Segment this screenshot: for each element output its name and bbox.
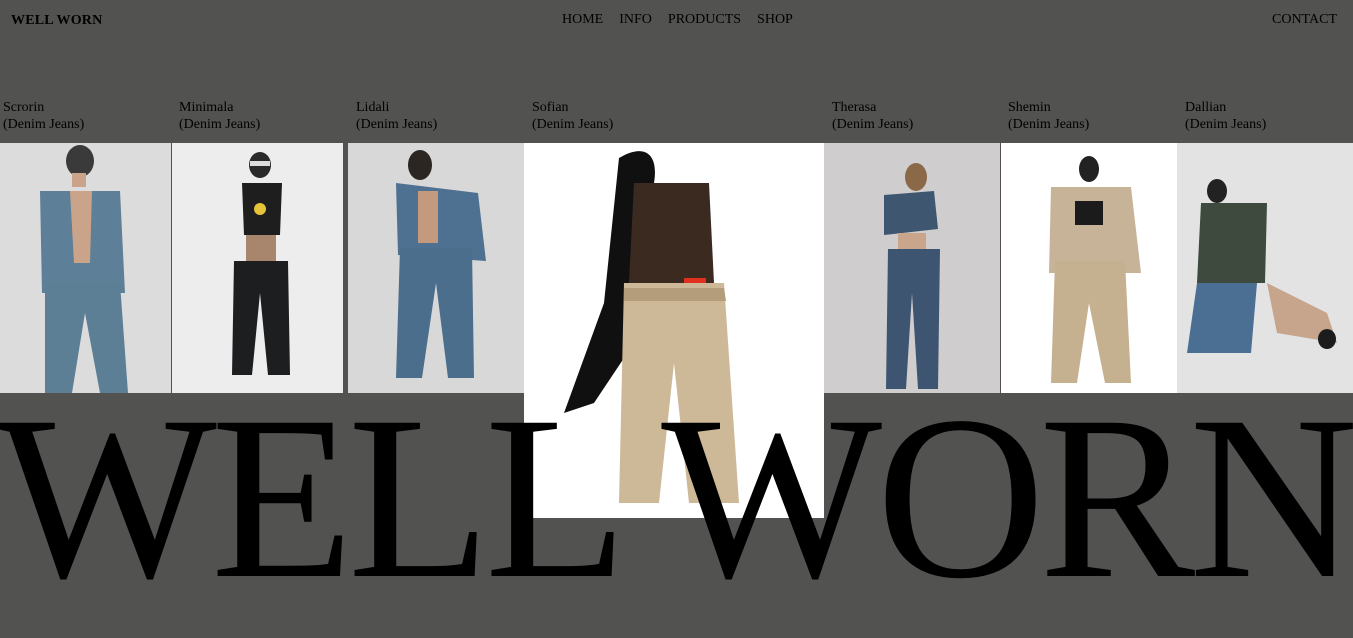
product-type: (Denim Jeans) (832, 117, 914, 132)
product-card-shemin[interactable]: Shemin (Denim Jeans) (1001, 99, 1177, 393)
product-caption: Shemin (Denim Jeans) (1005, 99, 1176, 143)
product-name: Sofian (532, 100, 569, 115)
product-type: (Denim Jeans) (1185, 117, 1267, 132)
product-type: (Denim Jeans) (179, 117, 261, 132)
product-photo[interactable] (1001, 143, 1177, 393)
product-type: (Denim Jeans) (1008, 117, 1090, 132)
product-photo[interactable] (824, 143, 1000, 393)
product-card-therasa[interactable]: Therasa (Denim Jeans) (824, 99, 1000, 393)
product-card-sofian[interactable]: Sofian (Denim Jeans) (524, 99, 829, 518)
product-photo[interactable] (524, 143, 824, 518)
product-photo[interactable] (1177, 143, 1353, 393)
product-name: Lidali (356, 100, 390, 115)
product-card-lidali[interactable]: Lidali (Denim Jeans) (348, 99, 524, 393)
product-caption: Lidali (Denim Jeans) (353, 99, 524, 143)
product-name: Dallian (1185, 100, 1227, 115)
product-caption: Sofian (Denim Jeans) (529, 99, 829, 143)
product-type: (Denim Jeans) (3, 117, 85, 132)
product-caption: Minimala (Denim Jeans) (176, 99, 347, 143)
product-caption: Scrorin (Denim Jeans) (0, 99, 171, 143)
product-caption: Dallian (Denim Jeans) (1182, 99, 1353, 143)
product-card-dallian[interactable]: Dallian (Denim Jeans) (1177, 99, 1353, 393)
product-photo[interactable] (172, 143, 343, 393)
product-name: Minimala (179, 100, 234, 115)
product-name: Scrorin (3, 100, 45, 115)
product-gallery: Scrorin (Denim Jeans) Minimala (Denim Je… (0, 0, 1353, 638)
product-card-minimala[interactable]: Minimala (Denim Jeans) (172, 99, 347, 393)
product-name: Therasa (832, 100, 877, 115)
product-name: Shemin (1008, 100, 1051, 115)
product-caption: Therasa (Denim Jeans) (829, 99, 1000, 143)
product-card-scrorin[interactable]: Scrorin (Denim Jeans) (0, 99, 171, 393)
product-photo[interactable] (0, 143, 171, 393)
product-type: (Denim Jeans) (356, 117, 438, 132)
product-photo[interactable] (348, 143, 524, 393)
product-type: (Denim Jeans) (532, 117, 614, 132)
